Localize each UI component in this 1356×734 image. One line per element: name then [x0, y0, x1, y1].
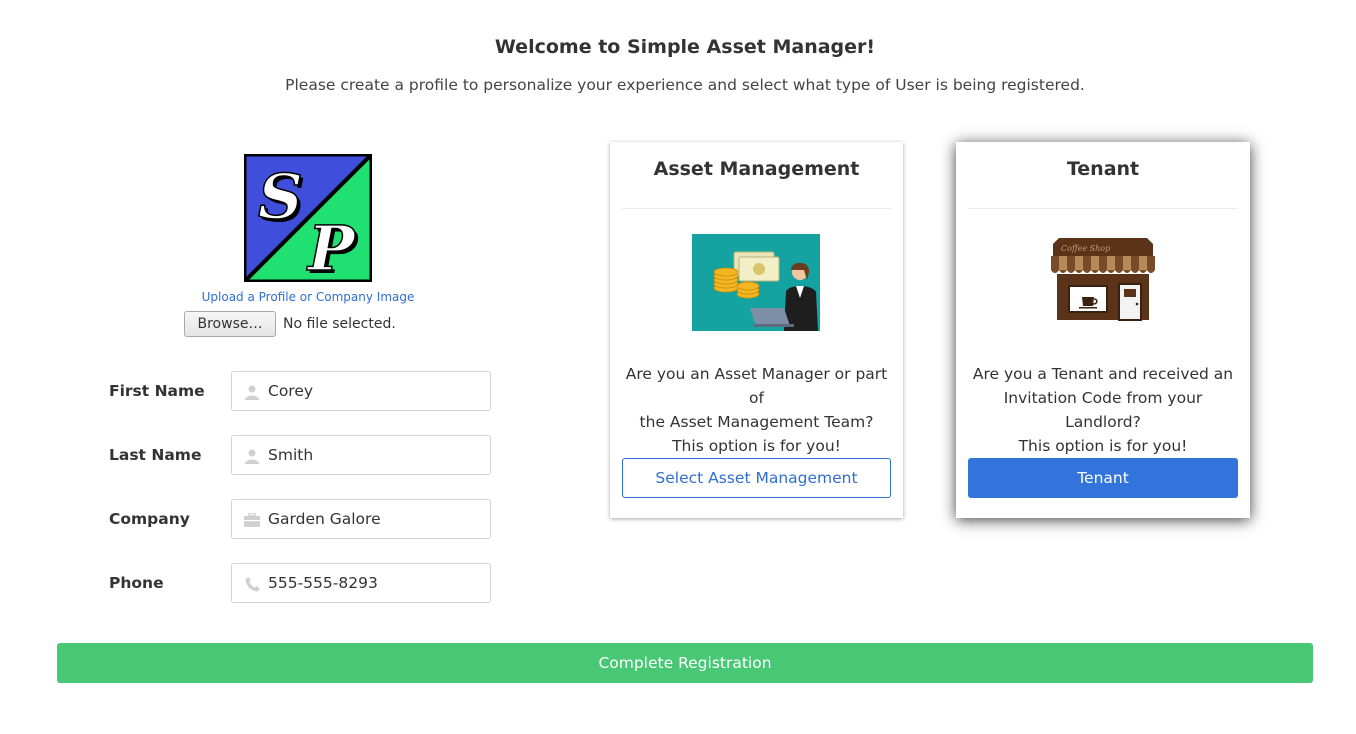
asset-card-title: Asset Management [653, 158, 860, 180]
first-name-field-wrap [231, 371, 491, 411]
last-name-field-wrap [231, 435, 491, 475]
asset-management-card: Asset Management Are you an Asset Manage… [610, 142, 903, 518]
tenant-card: Tenant Coffee Shop Are you a Tenant and … [956, 142, 1250, 518]
phone-row: Phone [109, 563, 491, 603]
phone-label: Phone [109, 574, 164, 592]
user-icon [244, 448, 260, 464]
page-subtitle: Please create a profile to personalize y… [285, 76, 1085, 94]
phone-input[interactable] [232, 564, 490, 602]
asset-card-description: Are you an Asset Manager or part of the … [625, 365, 888, 455]
company-label: Company [109, 510, 190, 528]
last-name-input[interactable] [232, 436, 490, 474]
upload-image-link[interactable]: Upload a Profile or Company Image [150, 290, 466, 304]
file-picker: Browse… No file selected. [184, 311, 396, 337]
briefcase-icon [244, 512, 260, 528]
page-title: Welcome to Simple Asset Manager! [494, 36, 876, 58]
first-name-label: First Name [109, 382, 205, 400]
company-row: Company [109, 499, 491, 539]
coffee-shop-illustration: Coffee Shop [1051, 238, 1155, 321]
tenant-card-description: Are you a Tenant and received an Invitat… [972, 365, 1234, 455]
phone-field-wrap [231, 563, 491, 603]
first-name-row: First Name [109, 371, 491, 411]
phone-icon [244, 576, 260, 592]
card-divider [622, 208, 891, 209]
browse-button[interactable]: Browse… [184, 311, 276, 337]
user-icon [244, 384, 260, 400]
last-name-row: Last Name [109, 435, 491, 475]
last-name-label: Last Name [109, 446, 202, 464]
asset-manager-illustration [692, 234, 820, 331]
company-input[interactable] [232, 500, 490, 538]
tenant-card-title: Tenant [1066, 158, 1140, 180]
svg-text:S: S [258, 160, 303, 233]
card-divider [968, 208, 1238, 209]
svg-text:P: P [306, 212, 357, 282]
complete-registration-button[interactable]: Complete Registration [57, 643, 1313, 683]
first-name-input[interactable] [232, 372, 490, 410]
registration-page: Welcome to Simple Asset Manager! Please … [0, 0, 1356, 734]
company-field-wrap [231, 499, 491, 539]
select-asset-management-button[interactable]: Select Asset Management [622, 458, 891, 498]
profile-logo-image: S S P P [244, 154, 372, 282]
file-status-text: No file selected. [283, 316, 396, 332]
select-tenant-button[interactable]: Tenant [968, 458, 1238, 498]
coffee-shop-sign: Coffee Shop [1061, 244, 1110, 253]
